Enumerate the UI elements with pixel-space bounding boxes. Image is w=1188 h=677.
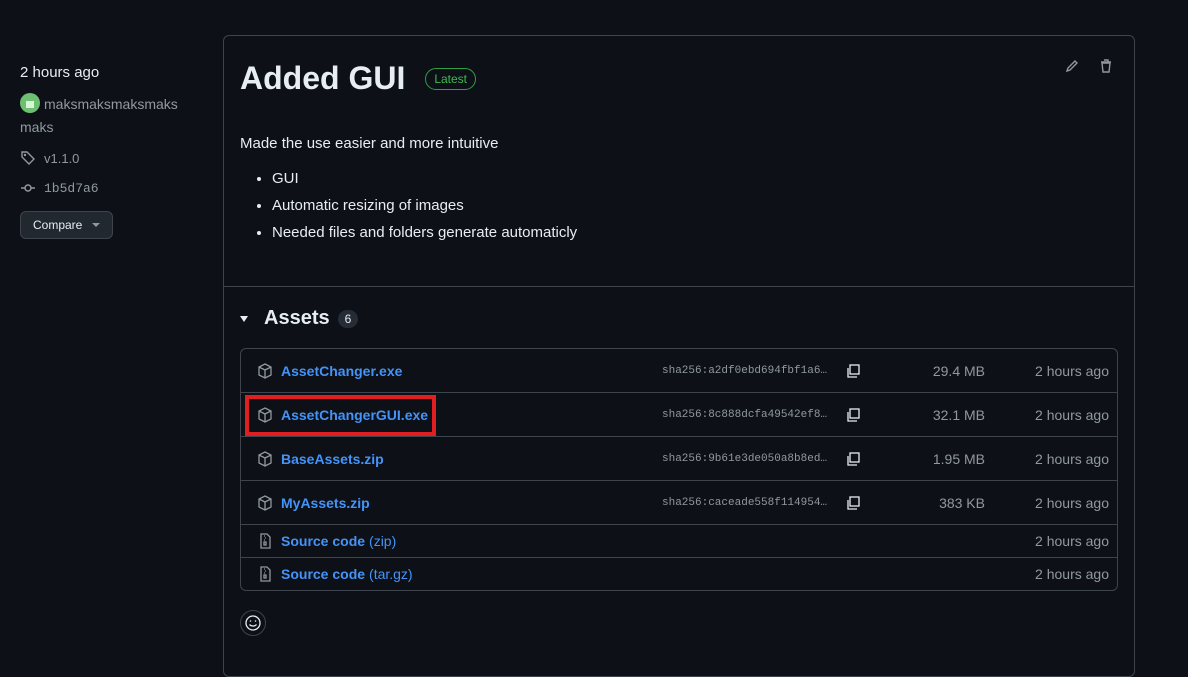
triangle-down-icon [240,315,248,322]
source-ext[interactable]: (zip) [369,533,396,549]
asset-row: MyAssets.zip sha256:caceade558f114954… 383… [241,481,1117,525]
release-actions [1064,58,1114,74]
asset-size: 32.1 MB [932,406,985,423]
assets-section: Assets 6 AssetChanger.exe sha256:a2df0ebd6… [224,287,1134,591]
chevron-down-icon [92,223,101,227]
assets-list: AssetChanger.exe sha256:a2df0ebd694fbf1a6… [240,348,1118,591]
asset-date: 2 hours ago [1035,494,1109,511]
tag[interactable]: v1.1.0 [20,147,190,169]
asset-link[interactable]: BaseAssets.zip [281,451,384,467]
tag-icon [21,151,35,165]
edit-icon[interactable] [1064,58,1080,74]
asset-size: 1.95 MB [932,450,985,467]
copy-icon[interactable] [845,363,885,379]
release-time: 2 hours ago [20,64,100,81]
source-link[interactable]: Source code [281,566,365,582]
author-name-continued[interactable]: maks [20,119,53,135]
asset-file: AssetChanger.exe [241,363,662,379]
zip-icon [260,533,271,549]
assets-toggle[interactable]: Assets 6 [240,307,1118,330]
compare-button[interactable]: Compare [20,211,114,239]
author-name[interactable]: maksmaksmaksmaks [44,96,178,112]
commit-hash[interactable]: 1b5d7a6 [44,181,99,196]
copy-icon[interactable] [845,451,885,467]
zip-icon [260,566,271,582]
assets-count: 6 [337,309,359,328]
commit[interactable]: 1b5d7a6 [20,177,190,199]
compare-label: Compare [33,218,83,232]
asset-sha: sha256:8c888dcfa49542ef8… [662,408,828,421]
commit-icon [21,184,35,192]
source-date: 2 hours ago [1035,566,1109,582]
asset-file: BaseAssets.zip [241,451,662,467]
copy-icon[interactable] [845,407,885,423]
emoji-button[interactable] [240,610,266,636]
asset-size: 29.4 MB [932,362,985,379]
source-ext[interactable]: (tar.gz) [369,566,413,582]
package-icon [258,450,272,467]
release-card: Added GUI Latest Made the use easier and … [223,35,1135,677]
asset-link[interactable]: AssetChanger.exe [281,363,402,379]
avatar[interactable] [20,93,40,114]
asset-date: 2 hours ago [1035,406,1109,423]
author[interactable]: maksmaksmaksmaks maks [20,93,190,139]
tag-label[interactable]: v1.1.0 [44,151,79,166]
release-notes: GUI Automatic resizing of images Needed … [240,170,1118,241]
release-title[interactable]: Added GUI [240,60,405,97]
trash-icon[interactable] [1098,58,1114,74]
asset-sha: sha256:caceade558f114954… [662,496,828,509]
note-item: GUI [272,170,1118,187]
asset-row: AssetChanger.exe sha256:a2df0ebd694fbf1a6… [241,349,1117,393]
assets-title: Assets [264,307,330,329]
release-title-row: Added GUI Latest [240,60,1118,97]
asset-link[interactable]: MyAssets.zip [281,495,370,511]
asset-file: MyAssets.zip [241,495,662,511]
latest-badge: Latest [425,67,477,90]
source-row: Source code (tar.gz) 2 hours ago [241,558,1117,590]
highlight-box [245,395,436,436]
asset-row: BaseAssets.zip sha256:9b61e3de050a8b8ed… 1… [241,437,1117,481]
release-sidebar: 2 hours ago maksmaksmaksmaks maks v1.1.0 … [20,62,190,239]
smiley-icon [245,615,261,631]
release-header: Added GUI Latest Made the use easier and … [224,36,1134,287]
asset-date: 2 hours ago [1035,362,1109,379]
copy-icon[interactable] [845,495,885,511]
source-row: Source code (zip) 2 hours ago [241,525,1117,558]
package-icon [258,494,272,511]
source-file: Source code (tar.gz) [241,566,662,582]
asset-sha: sha256:a2df0ebd694fbf1a6… [662,364,828,377]
source-date: 2 hours ago [1035,533,1109,549]
note-item: Needed files and folders generate automa… [272,224,1118,241]
asset-size: 383 KB [939,494,985,511]
release-description: Made the use easier and more intuitive [240,135,499,152]
source-link[interactable]: Source code [281,533,365,549]
asset-sha: sha256:9b61e3de050a8b8ed… [662,452,828,465]
asset-date: 2 hours ago [1035,450,1109,467]
note-item: Automatic resizing of images [272,197,1118,214]
source-file: Source code (zip) [241,533,662,549]
package-icon [258,362,272,379]
